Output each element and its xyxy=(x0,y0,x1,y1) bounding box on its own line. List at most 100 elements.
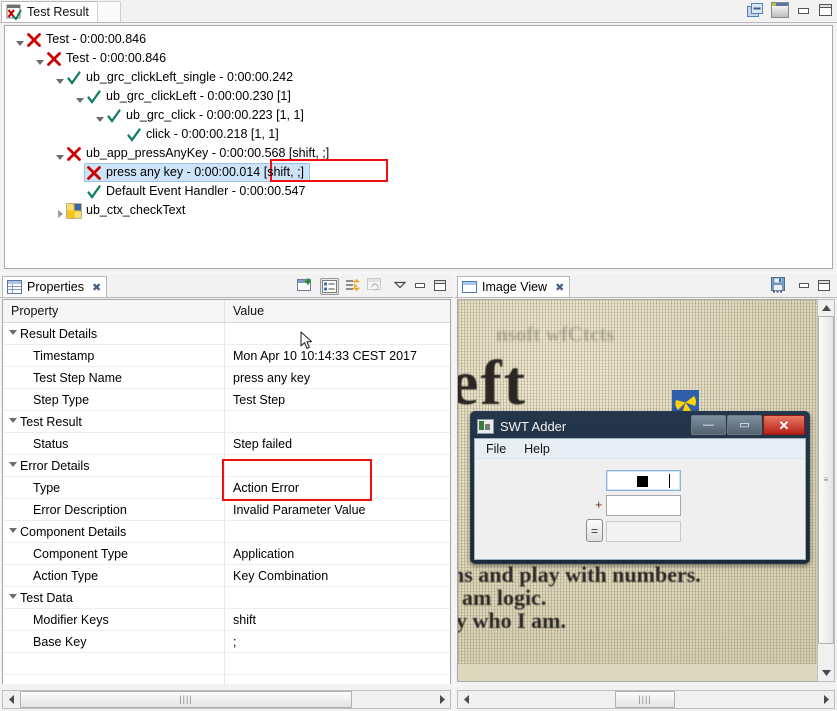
dialog-minimize-button[interactable]: — xyxy=(691,415,726,435)
table-row[interactable]: Timestamp Mon Apr 10 10:14:33 CEST 2017 xyxy=(3,345,450,367)
group-collapse-icon[interactable] xyxy=(9,462,17,467)
expand-arrow-down-icon[interactable] xyxy=(55,148,66,160)
scroll-down-icon[interactable] xyxy=(818,665,834,681)
table-row[interactable]: Status Step failed xyxy=(3,433,450,455)
close-icon[interactable]: ✖ xyxy=(555,281,564,294)
table-row[interactable]: Test Step Name press any key xyxy=(3,367,450,389)
table-row[interactable] xyxy=(3,675,450,684)
cell-value[interactable] xyxy=(225,411,450,432)
tree-item[interactable]: press any key - 0:00:00.014 [shift, ;] xyxy=(5,163,832,182)
image-view-hscrollbar[interactable]: |||| xyxy=(457,690,835,709)
restore-icon[interactable] xyxy=(747,2,764,21)
dialog-maximize-button[interactable]: ▭ xyxy=(727,415,762,435)
close-icon[interactable]: ✖ xyxy=(92,281,101,294)
table-row[interactable] xyxy=(3,653,450,675)
new-view-icon[interactable] xyxy=(297,277,314,296)
scroll-up-icon[interactable] xyxy=(818,300,834,316)
cell-value[interactable]: Key Combination xyxy=(225,565,450,586)
tab-test-result[interactable]: Test Result xyxy=(1,1,99,22)
cell-value[interactable] xyxy=(225,653,450,674)
cell-value[interactable]: Step failed xyxy=(225,433,450,454)
table-row[interactable]: Result Details xyxy=(3,323,450,345)
cell-value[interactable] xyxy=(225,521,450,542)
image-canvas[interactable]: nsoft wfCtcts eft ns and play with numbe… xyxy=(457,299,835,682)
properties-table[interactable]: Property Value Result Details Timestamp Mo… xyxy=(2,299,451,684)
minimize-icon[interactable] xyxy=(413,279,427,294)
group-collapse-icon[interactable] xyxy=(9,418,17,423)
minimize-icon[interactable] xyxy=(797,279,811,294)
cell-value[interactable]: press any key xyxy=(225,367,450,388)
column-header-value[interactable]: Value xyxy=(225,300,450,322)
save-icon[interactable] xyxy=(771,277,787,296)
tree-item[interactable]: Test - 0:00:00.846 xyxy=(5,30,832,49)
table-row[interactable]: Error Description Invalid Parameter Value xyxy=(3,499,450,521)
group-collapse-icon[interactable] xyxy=(9,528,17,533)
table-row[interactable]: Component Details xyxy=(3,521,450,543)
view-menu-icon[interactable] xyxy=(393,279,407,294)
table-row[interactable]: Base Key; xyxy=(3,631,450,653)
expand-arrow-down-icon[interactable] xyxy=(55,72,66,84)
maximize-icon[interactable] xyxy=(433,279,447,295)
addend2-input[interactable] xyxy=(606,495,681,516)
group-collapse-icon[interactable] xyxy=(9,330,17,335)
group-collapse-icon[interactable] xyxy=(9,594,17,599)
table-row[interactable]: Test Result xyxy=(3,411,450,433)
swt-adder-dialog[interactable]: SWT Adder — ▭ ✕ File Help + = xyxy=(470,411,810,564)
dialog-close-button[interactable]: ✕ xyxy=(763,415,805,435)
expand-arrow-right-icon[interactable] xyxy=(55,205,66,218)
sort-icon[interactable] xyxy=(345,278,361,295)
scroll-right-icon[interactable] xyxy=(433,691,450,708)
table-row[interactable]: Modifier Keys shift xyxy=(3,609,450,631)
tree-item[interactable]: ub_ctx_checkText xyxy=(5,201,832,220)
image-view-vscrollbar[interactable]: ≡ xyxy=(817,299,835,682)
expand-arrow-down-icon[interactable] xyxy=(15,34,26,46)
ihscroll-track[interactable]: |||| xyxy=(475,691,817,708)
cell-value[interactable]: Application xyxy=(225,543,450,564)
cell-value[interactable]: Mon Apr 10 10:14:33 CEST 2017 xyxy=(225,345,450,366)
tree-item[interactable]: Default Event Handler - 0:00:00.547 xyxy=(5,182,832,201)
test-result-tree[interactable]: Test - 0:00:00.846 Test - 0:00:00.846 ub_g… xyxy=(4,25,833,269)
cell-value[interactable] xyxy=(225,455,450,476)
table-row[interactable]: Step Type Test Step xyxy=(3,389,450,411)
scroll-left-icon[interactable] xyxy=(458,691,475,708)
cell-value[interactable]: shift xyxy=(225,609,450,630)
ihscroll-thumb[interactable]: |||| xyxy=(615,691,675,708)
expand-arrow-down-icon[interactable] xyxy=(75,91,86,103)
hscroll-track[interactable]: |||| xyxy=(20,691,433,708)
menu-help[interactable]: Help xyxy=(524,442,550,456)
expand-arrow-down-icon[interactable] xyxy=(95,110,106,122)
tab-properties[interactable]: Properties ✖ xyxy=(2,276,108,297)
equals-button[interactable]: = xyxy=(586,519,603,542)
tree-item[interactable]: ub_grc_click - 0:00:00.223 [1, 1] xyxy=(5,106,832,125)
hscroll-thumb[interactable]: |||| xyxy=(20,691,352,708)
cell-value[interactable] xyxy=(225,587,450,608)
tree-item[interactable]: ub_app_pressAnyKey - 0:00:00.568 [shift,… xyxy=(5,144,832,163)
menu-file[interactable]: File xyxy=(486,442,506,456)
cell-value[interactable]: Action Error xyxy=(225,477,450,498)
show-categories-icon[interactable] xyxy=(320,278,339,295)
cell-value[interactable]: Test Step xyxy=(225,389,450,410)
table-row[interactable]: Type Action Error xyxy=(3,477,450,499)
column-header-property[interactable]: Property xyxy=(3,300,225,322)
panel-icon[interactable] xyxy=(771,2,789,21)
properties-hscrollbar[interactable]: |||| xyxy=(2,690,451,709)
table-row[interactable]: Error Details xyxy=(3,455,450,477)
tree-item[interactable]: ub_grc_clickLeft - 0:00:00.230 [1] xyxy=(5,87,832,106)
expand-arrow-down-icon[interactable] xyxy=(35,53,46,65)
minimize-icon[interactable] xyxy=(796,4,811,20)
tab-image-view[interactable]: Image View ✖ xyxy=(457,276,571,297)
tree-item[interactable]: ub_grc_clickLeft_single - 0:00:00.242 xyxy=(5,68,832,87)
scroll-left-icon[interactable] xyxy=(3,691,20,708)
cell-value[interactable] xyxy=(225,675,450,684)
cell-value[interactable]: ; xyxy=(225,631,450,652)
scroll-right-icon[interactable] xyxy=(817,691,834,708)
tree-item[interactable]: click - 0:00:00.218 [1, 1] xyxy=(5,125,832,144)
table-row[interactable]: Action Type Key Combination xyxy=(3,565,450,587)
table-row[interactable]: Test Data xyxy=(3,587,450,609)
maximize-icon[interactable] xyxy=(817,279,831,295)
table-row[interactable]: Component Type Application xyxy=(3,543,450,565)
vscroll-thumb[interactable]: ≡ xyxy=(818,316,834,644)
tree-item[interactable]: Test - 0:00:00.846 xyxy=(5,49,832,68)
addend1-input[interactable] xyxy=(606,470,681,491)
dialog-titlebar[interactable]: SWT Adder — ▭ ✕ xyxy=(473,414,807,438)
